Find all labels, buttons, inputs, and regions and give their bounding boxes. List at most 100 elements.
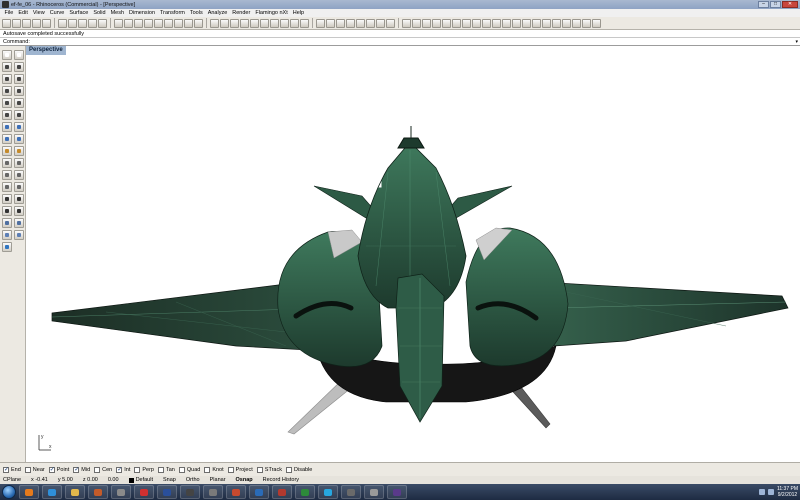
illustrator-icon[interactable] bbox=[226, 485, 246, 499]
drafting-icon[interactable] bbox=[14, 218, 24, 228]
select-arrow-icon[interactable] bbox=[2, 50, 12, 60]
zbrush-icon[interactable] bbox=[203, 485, 223, 499]
osnap-mid[interactable]: Mid bbox=[73, 466, 90, 473]
osnap-int-checkbox[interactable] bbox=[116, 466, 122, 473]
group-icon[interactable] bbox=[356, 18, 365, 28]
transform-icon[interactable] bbox=[14, 158, 24, 168]
revolve-icon[interactable] bbox=[482, 18, 491, 28]
undo-icon[interactable] bbox=[88, 18, 97, 28]
show-icon[interactable] bbox=[230, 18, 239, 28]
zoom-selected-icon[interactable] bbox=[164, 18, 173, 28]
properties-icon[interactable] bbox=[260, 18, 269, 28]
boolean-union-icon[interactable] bbox=[2, 194, 12, 204]
array-icon[interactable] bbox=[542, 18, 551, 28]
menu-curve[interactable]: Curve bbox=[47, 9, 67, 17]
menu-file[interactable]: File bbox=[2, 9, 16, 17]
save-icon[interactable] bbox=[22, 18, 31, 28]
cylinder-icon[interactable] bbox=[422, 18, 431, 28]
curve-tools-icon[interactable] bbox=[2, 110, 12, 120]
status-record-history[interactable]: Record History bbox=[263, 477, 299, 483]
array-tools-icon[interactable] bbox=[2, 170, 12, 180]
minimize-button[interactable]: – bbox=[758, 1, 769, 8]
osnap-project[interactable]: Project bbox=[227, 466, 253, 473]
print-icon[interactable] bbox=[32, 18, 41, 28]
curve-icon[interactable] bbox=[14, 62, 24, 72]
mirror-icon[interactable] bbox=[532, 18, 541, 28]
blend-icon[interactable] bbox=[2, 206, 12, 216]
rebuild-icon[interactable] bbox=[14, 206, 24, 216]
status-ortho[interactable]: Ortho bbox=[186, 477, 200, 483]
undo-view-icon[interactable] bbox=[174, 18, 183, 28]
circle-icon[interactable] bbox=[2, 74, 12, 84]
osnap-disable[interactable]: Disable bbox=[286, 466, 312, 473]
fillet-icon[interactable] bbox=[502, 18, 511, 28]
osnap-near-checkbox[interactable] bbox=[24, 466, 31, 473]
select-all-icon[interactable] bbox=[210, 18, 219, 28]
mesh-icon[interactable] bbox=[376, 18, 385, 28]
volume-icon[interactable] bbox=[767, 489, 774, 495]
command-input[interactable] bbox=[31, 38, 800, 45]
osnap-cen-checkbox[interactable] bbox=[94, 466, 101, 473]
explode-icon[interactable] bbox=[326, 18, 335, 28]
osnap-perp[interactable]: Perp bbox=[134, 466, 154, 473]
osnap-int[interactable]: Int bbox=[116, 466, 130, 473]
osnap-mid-checkbox[interactable] bbox=[73, 466, 79, 473]
camera-icon[interactable] bbox=[341, 485, 361, 499]
box-icon[interactable] bbox=[402, 18, 411, 28]
redo-icon[interactable] bbox=[98, 18, 107, 28]
import-icon[interactable] bbox=[42, 18, 51, 28]
pan-icon[interactable] bbox=[114, 18, 123, 28]
status-layer[interactable]: Default bbox=[128, 477, 153, 483]
split-icon[interactable] bbox=[346, 18, 355, 28]
copy-icon[interactable] bbox=[68, 18, 77, 28]
osnap-point-checkbox[interactable] bbox=[48, 466, 55, 473]
maximize-button[interactable]: □ bbox=[770, 1, 781, 8]
network-icon[interactable] bbox=[758, 489, 765, 495]
move-icon[interactable] bbox=[562, 18, 571, 28]
osnap-quad-checkbox[interactable] bbox=[178, 466, 185, 473]
osnap-strack[interactable]: STrack bbox=[256, 466, 282, 473]
sweep-icon[interactable] bbox=[472, 18, 481, 28]
ie-icon[interactable] bbox=[42, 485, 62, 499]
analysis-icon[interactable] bbox=[2, 218, 12, 228]
rotate-icon[interactable] bbox=[572, 18, 581, 28]
cplane-icon[interactable] bbox=[14, 230, 24, 240]
menu-render[interactable]: Render bbox=[230, 9, 253, 17]
lock-icon[interactable] bbox=[240, 18, 249, 28]
menu-help[interactable]: Help bbox=[290, 9, 306, 17]
rotate-view-icon[interactable] bbox=[124, 18, 133, 28]
chamfer-icon[interactable] bbox=[512, 18, 521, 28]
rhino-taskbar-icon[interactable] bbox=[180, 485, 200, 499]
layer-icon[interactable] bbox=[250, 18, 259, 28]
menu-solid[interactable]: Solid bbox=[91, 9, 108, 17]
status-osnap[interactable]: Osnap bbox=[236, 477, 253, 483]
scale-icon[interactable] bbox=[552, 18, 561, 28]
sphere-icon[interactable] bbox=[412, 18, 421, 28]
game-icon[interactable] bbox=[134, 485, 154, 499]
torus-icon[interactable] bbox=[442, 18, 451, 28]
perspective-viewport[interactable]: Perspective x y bbox=[26, 46, 800, 462]
firefox-icon[interactable] bbox=[19, 485, 39, 499]
osnap-disable-checkbox[interactable] bbox=[286, 466, 292, 473]
grid-icon[interactable] bbox=[194, 18, 203, 28]
solid-box-icon[interactable] bbox=[2, 134, 12, 144]
shade-icon[interactable] bbox=[270, 18, 279, 28]
skype-icon[interactable] bbox=[318, 485, 338, 499]
extrude-icon[interactable] bbox=[452, 18, 461, 28]
edit-points-icon[interactable] bbox=[14, 170, 24, 180]
command-line[interactable]: Command: ▾ bbox=[0, 38, 800, 46]
cone-icon[interactable] bbox=[432, 18, 441, 28]
status-cplane[interactable]: CPlane bbox=[3, 477, 21, 483]
new-file-icon[interactable] bbox=[2, 18, 11, 28]
photoshop-icon[interactable] bbox=[157, 485, 177, 499]
help-icon[interactable] bbox=[300, 18, 309, 28]
polygon-icon[interactable] bbox=[2, 98, 12, 108]
four-viewports-icon[interactable] bbox=[184, 18, 193, 28]
zoom-extents-icon[interactable] bbox=[154, 18, 163, 28]
plane-surface-icon[interactable] bbox=[14, 122, 24, 132]
onenote-icon[interactable] bbox=[387, 485, 407, 499]
cut-icon[interactable] bbox=[58, 18, 67, 28]
osnap-knot-checkbox[interactable] bbox=[204, 466, 211, 473]
osnap-point[interactable]: Point bbox=[48, 466, 69, 473]
freeform-icon[interactable] bbox=[14, 98, 24, 108]
